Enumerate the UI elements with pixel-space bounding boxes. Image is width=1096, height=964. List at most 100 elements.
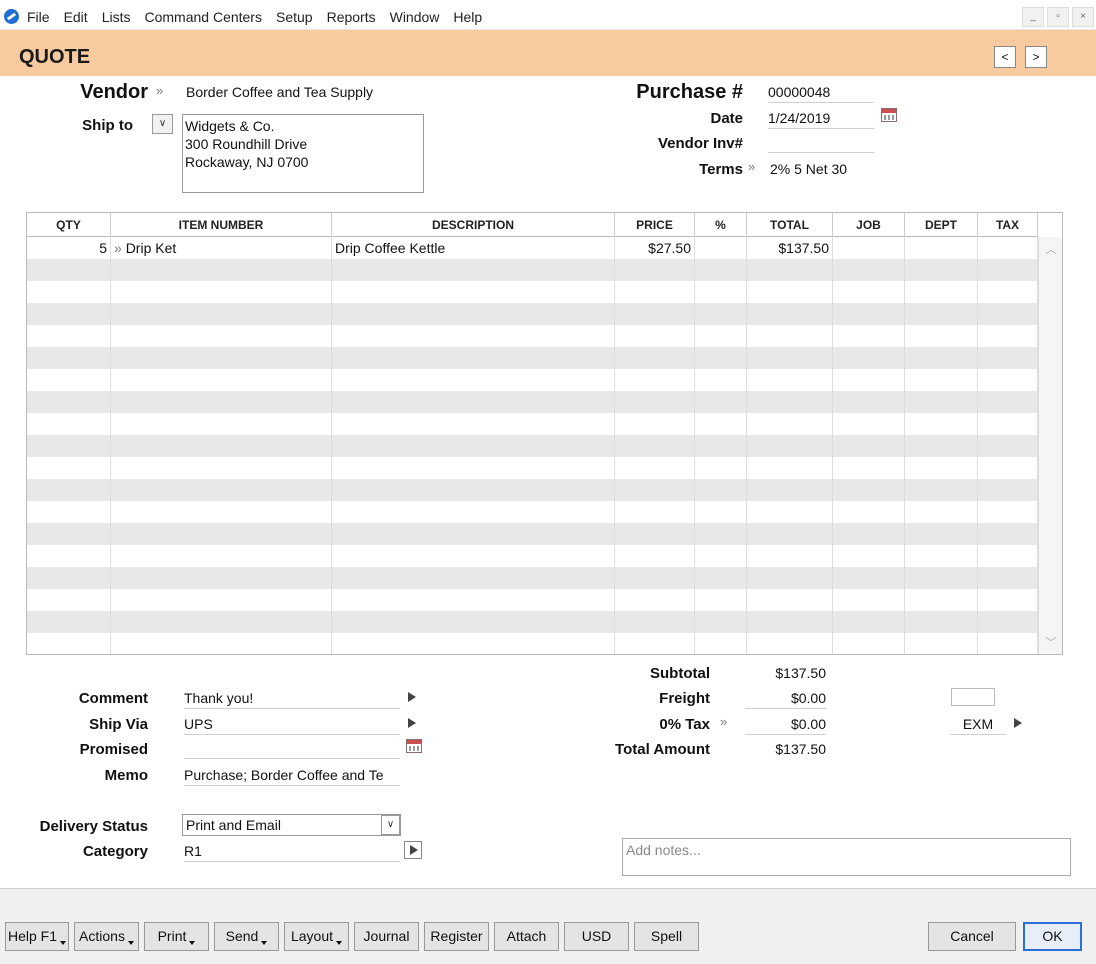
grid-cell[interactable] (111, 589, 332, 611)
grid-cell[interactable] (111, 611, 332, 633)
vendor-inv-field[interactable] (768, 134, 874, 153)
grid-cell[interactable] (111, 325, 332, 347)
grid-cell[interactable] (978, 523, 1038, 545)
grid-cell[interactable] (747, 611, 833, 633)
grid-cell[interactable] (332, 259, 615, 281)
category-field[interactable]: R1 (184, 843, 400, 862)
table-row[interactable] (27, 435, 1038, 457)
grid-cell[interactable] (978, 435, 1038, 457)
grid-cell[interactable] (111, 457, 332, 479)
grid-cell[interactable] (27, 391, 111, 413)
ok-button[interactable]: OK (1023, 922, 1082, 951)
grid-cell[interactable] (978, 347, 1038, 369)
grid-cell[interactable] (747, 413, 833, 435)
vendor-lookup-chevron-icon[interactable]: » (156, 83, 163, 98)
next-record-button[interactable]: > (1025, 46, 1047, 68)
grid-cell[interactable] (27, 479, 111, 501)
grid-cell[interactable] (27, 633, 111, 654)
grid-cell[interactable] (27, 545, 111, 567)
purchase-number-field[interactable]: 00000048 (768, 84, 874, 103)
table-row[interactable] (27, 523, 1038, 545)
promised-calendar-icon[interactable] (406, 739, 422, 753)
cell-qty[interactable]: 5 (27, 237, 111, 259)
grid-cell[interactable] (747, 281, 833, 303)
shipto-address-box[interactable]: Widgets & Co. 300 Roundhill Drive Rockaw… (182, 114, 424, 193)
shipvia-field[interactable]: UPS (184, 716, 400, 735)
grid-cell[interactable] (615, 633, 695, 654)
grid-cell[interactable] (695, 567, 747, 589)
grid-cell[interactable] (695, 325, 747, 347)
grid-cell[interactable] (111, 413, 332, 435)
menu-help[interactable]: Help (453, 9, 482, 25)
table-row[interactable] (27, 259, 1038, 281)
grid-cell[interactable] (833, 413, 905, 435)
grid-cell[interactable] (27, 259, 111, 281)
table-row[interactable] (27, 303, 1038, 325)
help-button[interactable]: Help F1 (5, 922, 69, 951)
grid-cell[interactable] (695, 347, 747, 369)
table-row[interactable] (27, 501, 1038, 523)
grid-cell[interactable] (695, 545, 747, 567)
grid-cell[interactable] (833, 501, 905, 523)
grid-cell[interactable] (332, 281, 615, 303)
grid-cell[interactable] (905, 545, 978, 567)
grid-cell[interactable] (27, 457, 111, 479)
grid-cell[interactable] (905, 391, 978, 413)
grid-cell[interactable] (695, 259, 747, 281)
grid-cell[interactable] (332, 567, 615, 589)
grid-cell[interactable] (833, 391, 905, 413)
grid-cell[interactable] (332, 369, 615, 391)
table-row[interactable] (27, 281, 1038, 303)
grid-cell[interactable] (905, 523, 978, 545)
restore-button[interactable]: ▫ (1047, 7, 1069, 27)
table-row[interactable] (27, 347, 1038, 369)
attach-button[interactable]: Attach (494, 922, 559, 951)
table-row[interactable] (27, 567, 1038, 589)
grid-cell[interactable] (695, 413, 747, 435)
table-row[interactable] (27, 611, 1038, 633)
grid-cell[interactable] (833, 611, 905, 633)
category-lookup-button[interactable] (404, 841, 422, 859)
grid-cell[interactable] (695, 391, 747, 413)
menu-lists[interactable]: Lists (102, 9, 131, 25)
grid-cell[interactable] (905, 347, 978, 369)
grid-cell[interactable] (111, 479, 332, 501)
grid-cell[interactable] (111, 523, 332, 545)
grid-cell[interactable] (332, 325, 615, 347)
grid-cell[interactable] (833, 545, 905, 567)
grid-cell[interactable] (978, 479, 1038, 501)
col-description[interactable]: DESCRIPTION (332, 213, 615, 237)
grid-cell[interactable] (332, 633, 615, 654)
grid-cell[interactable] (695, 523, 747, 545)
cell-job[interactable] (833, 237, 905, 259)
send-button[interactable]: Send (214, 922, 279, 951)
grid-cell[interactable] (978, 567, 1038, 589)
grid-cell[interactable] (833, 479, 905, 501)
grid-cell[interactable] (905, 435, 978, 457)
grid-cell[interactable] (695, 303, 747, 325)
grid-cell[interactable] (615, 391, 695, 413)
grid-cell[interactable] (978, 259, 1038, 281)
minimize-button[interactable]: _ (1022, 7, 1044, 27)
grid-cell[interactable] (905, 303, 978, 325)
close-button[interactable]: × (1072, 7, 1094, 27)
grid-cell[interactable] (978, 545, 1038, 567)
grid-cell[interactable] (111, 435, 332, 457)
grid-cell[interactable] (111, 303, 332, 325)
grid-cell[interactable] (833, 281, 905, 303)
layout-button[interactable]: Layout (284, 922, 349, 951)
grid-cell[interactable] (747, 325, 833, 347)
menu-setup[interactable]: Setup (276, 9, 313, 25)
col-dept[interactable]: DEPT (905, 213, 978, 237)
grid-cell[interactable] (833, 259, 905, 281)
grid-cell[interactable] (111, 347, 332, 369)
grid-cell[interactable] (747, 347, 833, 369)
grid-cell[interactable] (833, 633, 905, 654)
grid-cell[interactable] (332, 501, 615, 523)
delivery-status-select[interactable]: Print and Email (182, 814, 401, 836)
grid-cell[interactable] (111, 369, 332, 391)
grid-cell[interactable] (615, 281, 695, 303)
grid-cell[interactable] (747, 545, 833, 567)
grid-cell[interactable] (27, 567, 111, 589)
table-row[interactable] (27, 391, 1038, 413)
